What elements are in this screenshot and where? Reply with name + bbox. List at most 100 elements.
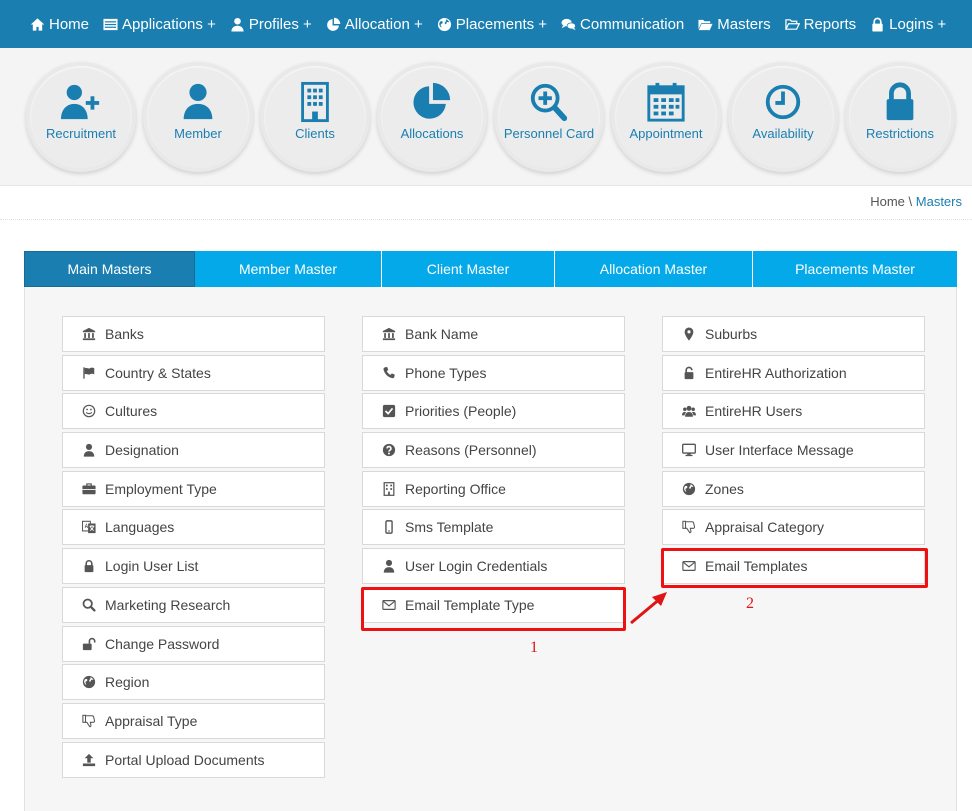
lock-icon (870, 17, 885, 32)
globe-icon (81, 674, 97, 690)
nav-home[interactable]: Home (30, 16, 89, 33)
master-item-user-interface-message[interactable]: User Interface Message (662, 432, 925, 469)
master-item-label: Change Password (105, 635, 220, 652)
shortcut-member[interactable]: Member (143, 62, 253, 172)
masters-column-2: Bank Name Phone Types Priorities (People… (362, 316, 625, 626)
user-icon (81, 442, 97, 458)
master-item-sms-template[interactable]: Sms Template (362, 509, 625, 546)
master-item-suburbs[interactable]: Suburbs (662, 316, 925, 352)
desktop-icon (681, 442, 697, 458)
nav-reports[interactable]: Reports (784, 16, 856, 33)
step-number-1: 1 (530, 639, 538, 656)
bank-icon (81, 326, 97, 342)
master-item-languages[interactable]: Languages (62, 509, 325, 546)
nav-placements-label: Placements + (455, 15, 548, 33)
shortcut-availability-label: Availability (752, 126, 814, 141)
master-item-marketing-research[interactable]: Marketing Research (62, 586, 325, 623)
question-circle-icon (381, 442, 397, 458)
master-item-bank-name[interactable]: Bank Name (362, 316, 625, 352)
lock-icon (876, 80, 924, 124)
user-plus-icon (57, 80, 105, 124)
breadcrumb-current[interactable]: Masters (916, 194, 962, 209)
lock-icon (81, 558, 97, 574)
master-item-priorities-people[interactable]: Priorities (People) (362, 393, 625, 430)
tab-placements-master[interactable]: Placements Master (753, 251, 957, 287)
user-icon (230, 17, 245, 32)
master-item-entirehr-users[interactable]: EntireHR Users (662, 393, 925, 430)
master-item-label: Suburbs (705, 326, 758, 342)
master-item-label: Marketing Research (105, 596, 231, 613)
master-item-label: Languages (105, 519, 175, 536)
tab-main-masters[interactable]: Main Masters (24, 251, 195, 287)
master-item-login-user-list[interactable]: Login User List (62, 548, 325, 585)
divider (0, 219, 972, 220)
user-icon (381, 558, 397, 574)
shortcut-band: Recruitment Member Clients Allocations P… (0, 48, 972, 186)
nav-applications[interactable]: Applications + (103, 16, 216, 33)
shortcut-clients-label: Clients (295, 126, 335, 141)
nav-home-label: Home (49, 15, 90, 33)
master-item-change-password[interactable]: Change Password (62, 625, 325, 662)
tab-client-master[interactable]: Client Master (382, 251, 555, 287)
master-item-cultures[interactable]: Cultures (62, 393, 325, 430)
nav-placements[interactable]: Placements + (437, 16, 547, 33)
master-item-label: Bank Name (405, 326, 479, 342)
shortcut-allocations-label: Allocations (400, 126, 464, 141)
master-item-appraisal-category[interactable]: Appraisal Category (662, 509, 925, 546)
nav-masters[interactable]: Masters (698, 16, 771, 33)
master-item-employment-type[interactable]: Employment Type (62, 470, 325, 507)
building-icon (291, 80, 339, 124)
tab-member-master[interactable]: Member Master (195, 251, 382, 287)
flag-icon (81, 365, 97, 381)
master-item-label: Phone Types (405, 364, 487, 381)
top-nav: Home Applications + Profiles + Allocatio… (0, 0, 972, 48)
nav-allocation[interactable]: Allocation + (326, 16, 423, 33)
shortcut-availability[interactable]: Availability (728, 62, 838, 172)
master-item-reasons-personnel[interactable]: Reasons (Personnel) (362, 432, 625, 469)
master-item-reporting-office[interactable]: Reporting Office (362, 470, 625, 507)
master-item-phone-types[interactable]: Phone Types (362, 354, 625, 391)
master-item-portal-upload-documents[interactable]: Portal Upload Documents (62, 741, 325, 778)
master-item-country-states[interactable]: Country & States (62, 354, 325, 391)
master-item-label: Designation (105, 442, 179, 459)
thumbs-down-icon (681, 519, 697, 535)
master-item-user-login-credentials[interactable]: User Login Credentials (362, 548, 625, 585)
master-item-label: Region (105, 674, 150, 691)
master-item-zones[interactable]: Zones (662, 470, 925, 507)
master-item-region[interactable]: Region (62, 664, 325, 701)
shortcut-restrictions[interactable]: Restrictions (845, 62, 955, 172)
step-number-2: 2 (746, 595, 754, 612)
shortcut-recruitment[interactable]: Recruitment (26, 62, 136, 172)
master-item-label: Banks (105, 326, 144, 342)
step-arrow (630, 592, 667, 625)
user-icon (174, 80, 222, 124)
breadcrumb-home[interactable]: Home (870, 194, 905, 209)
shortcut-allocations[interactable]: Allocations (377, 62, 487, 172)
master-item-label: User Interface Message (705, 442, 854, 459)
master-item-label: Priorities (People) (405, 403, 517, 420)
master-item-label: Reporting Office (405, 480, 506, 497)
nav-communication[interactable]: Communication (561, 16, 684, 33)
shortcut-personnel-card[interactable]: Personnel Card (494, 62, 604, 172)
nav-logins-label: Logins + (889, 15, 947, 33)
comments-icon (561, 17, 576, 32)
search-plus-icon (525, 80, 573, 124)
shortcut-appointment[interactable]: Appointment (611, 62, 721, 172)
upload-icon (81, 752, 97, 768)
master-item-entirehr-authorization[interactable]: EntireHR Authorization (662, 354, 925, 391)
shortcut-personnel-card-label: Personnel Card (503, 126, 595, 141)
master-item-banks[interactable]: Banks (62, 316, 325, 352)
briefcase-icon (81, 481, 97, 497)
master-item-label: EntireHR Authorization (705, 364, 847, 381)
master-item-appraisal-type[interactable]: Appraisal Type (62, 702, 325, 739)
nav-allocation-label: Allocation + (344, 15, 423, 33)
language-icon (81, 519, 97, 535)
clock-icon (759, 80, 807, 124)
master-item-designation[interactable]: Designation (62, 432, 325, 469)
master-item-label: Sms Template (405, 519, 494, 536)
nav-profiles[interactable]: Profiles + (230, 16, 312, 33)
master-item-label: Appraisal Category (705, 519, 825, 536)
tab-allocation-master[interactable]: Allocation Master (555, 251, 753, 287)
shortcut-clients[interactable]: Clients (260, 62, 370, 172)
nav-logins[interactable]: Logins + (870, 16, 946, 33)
